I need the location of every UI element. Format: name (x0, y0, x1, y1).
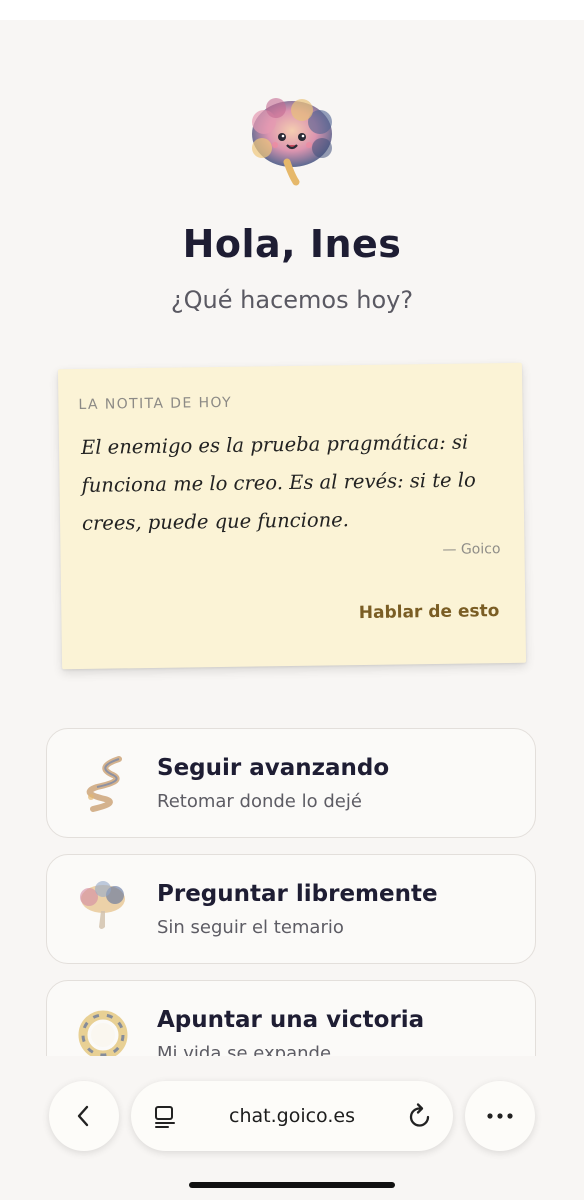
note-label: LA NOTITA DE HOY (78, 394, 233, 413)
option-subtitle: Mi vida se expande (157, 1043, 332, 1056)
note-author: — Goico (442, 541, 501, 558)
back-button[interactable] (49, 1081, 119, 1151)
option-card-ask[interactable]: Preguntar libremente Sin seguir el temar… (46, 854, 536, 964)
reload-icon[interactable] (407, 1102, 433, 1130)
wreath-icon (78, 1010, 128, 1056)
home-indicator (189, 1182, 395, 1188)
option-title: Seguir avanzando (157, 755, 390, 781)
greeting-title: Hola, Ines (182, 222, 402, 266)
status-bar (0, 0, 584, 20)
ellipsis-icon (487, 1113, 513, 1119)
option-subtitle: Sin seguir el temario (157, 917, 344, 938)
daily-note-card: LA NOTITA DE HOY El enemigo es la prueba… (57, 362, 527, 670)
option-title: Preguntar libremente (157, 881, 438, 907)
url-text[interactable]: chat.goico.es (131, 1105, 453, 1127)
talk-about-this-link[interactable]: Hablar de esto (359, 601, 500, 623)
more-options-button[interactable] (465, 1081, 535, 1151)
address-bar[interactable]: chat.goico.es (131, 1081, 453, 1151)
cloud-icon (80, 881, 125, 929)
greeting-subtitle: ¿Qué hacemos hoy? (170, 286, 414, 314)
option-card-continue[interactable]: Seguir avanzando Retomar donde lo dejé (46, 728, 536, 838)
path-icon (86, 756, 122, 812)
options-list: Seguir avanzando Retomar donde lo dejé P… (0, 720, 584, 1056)
chevron-left-icon (77, 1105, 89, 1127)
mascot-brain-icon (252, 98, 332, 186)
note-quote: El enemigo es la prueba pragmática: si f… (80, 430, 476, 535)
option-card-victory[interactable]: Apuntar una victoria Mi vida se expande (46, 980, 536, 1056)
option-title: Apuntar una victoria (157, 1007, 425, 1033)
option-subtitle: Retomar donde lo dejé (157, 791, 362, 812)
